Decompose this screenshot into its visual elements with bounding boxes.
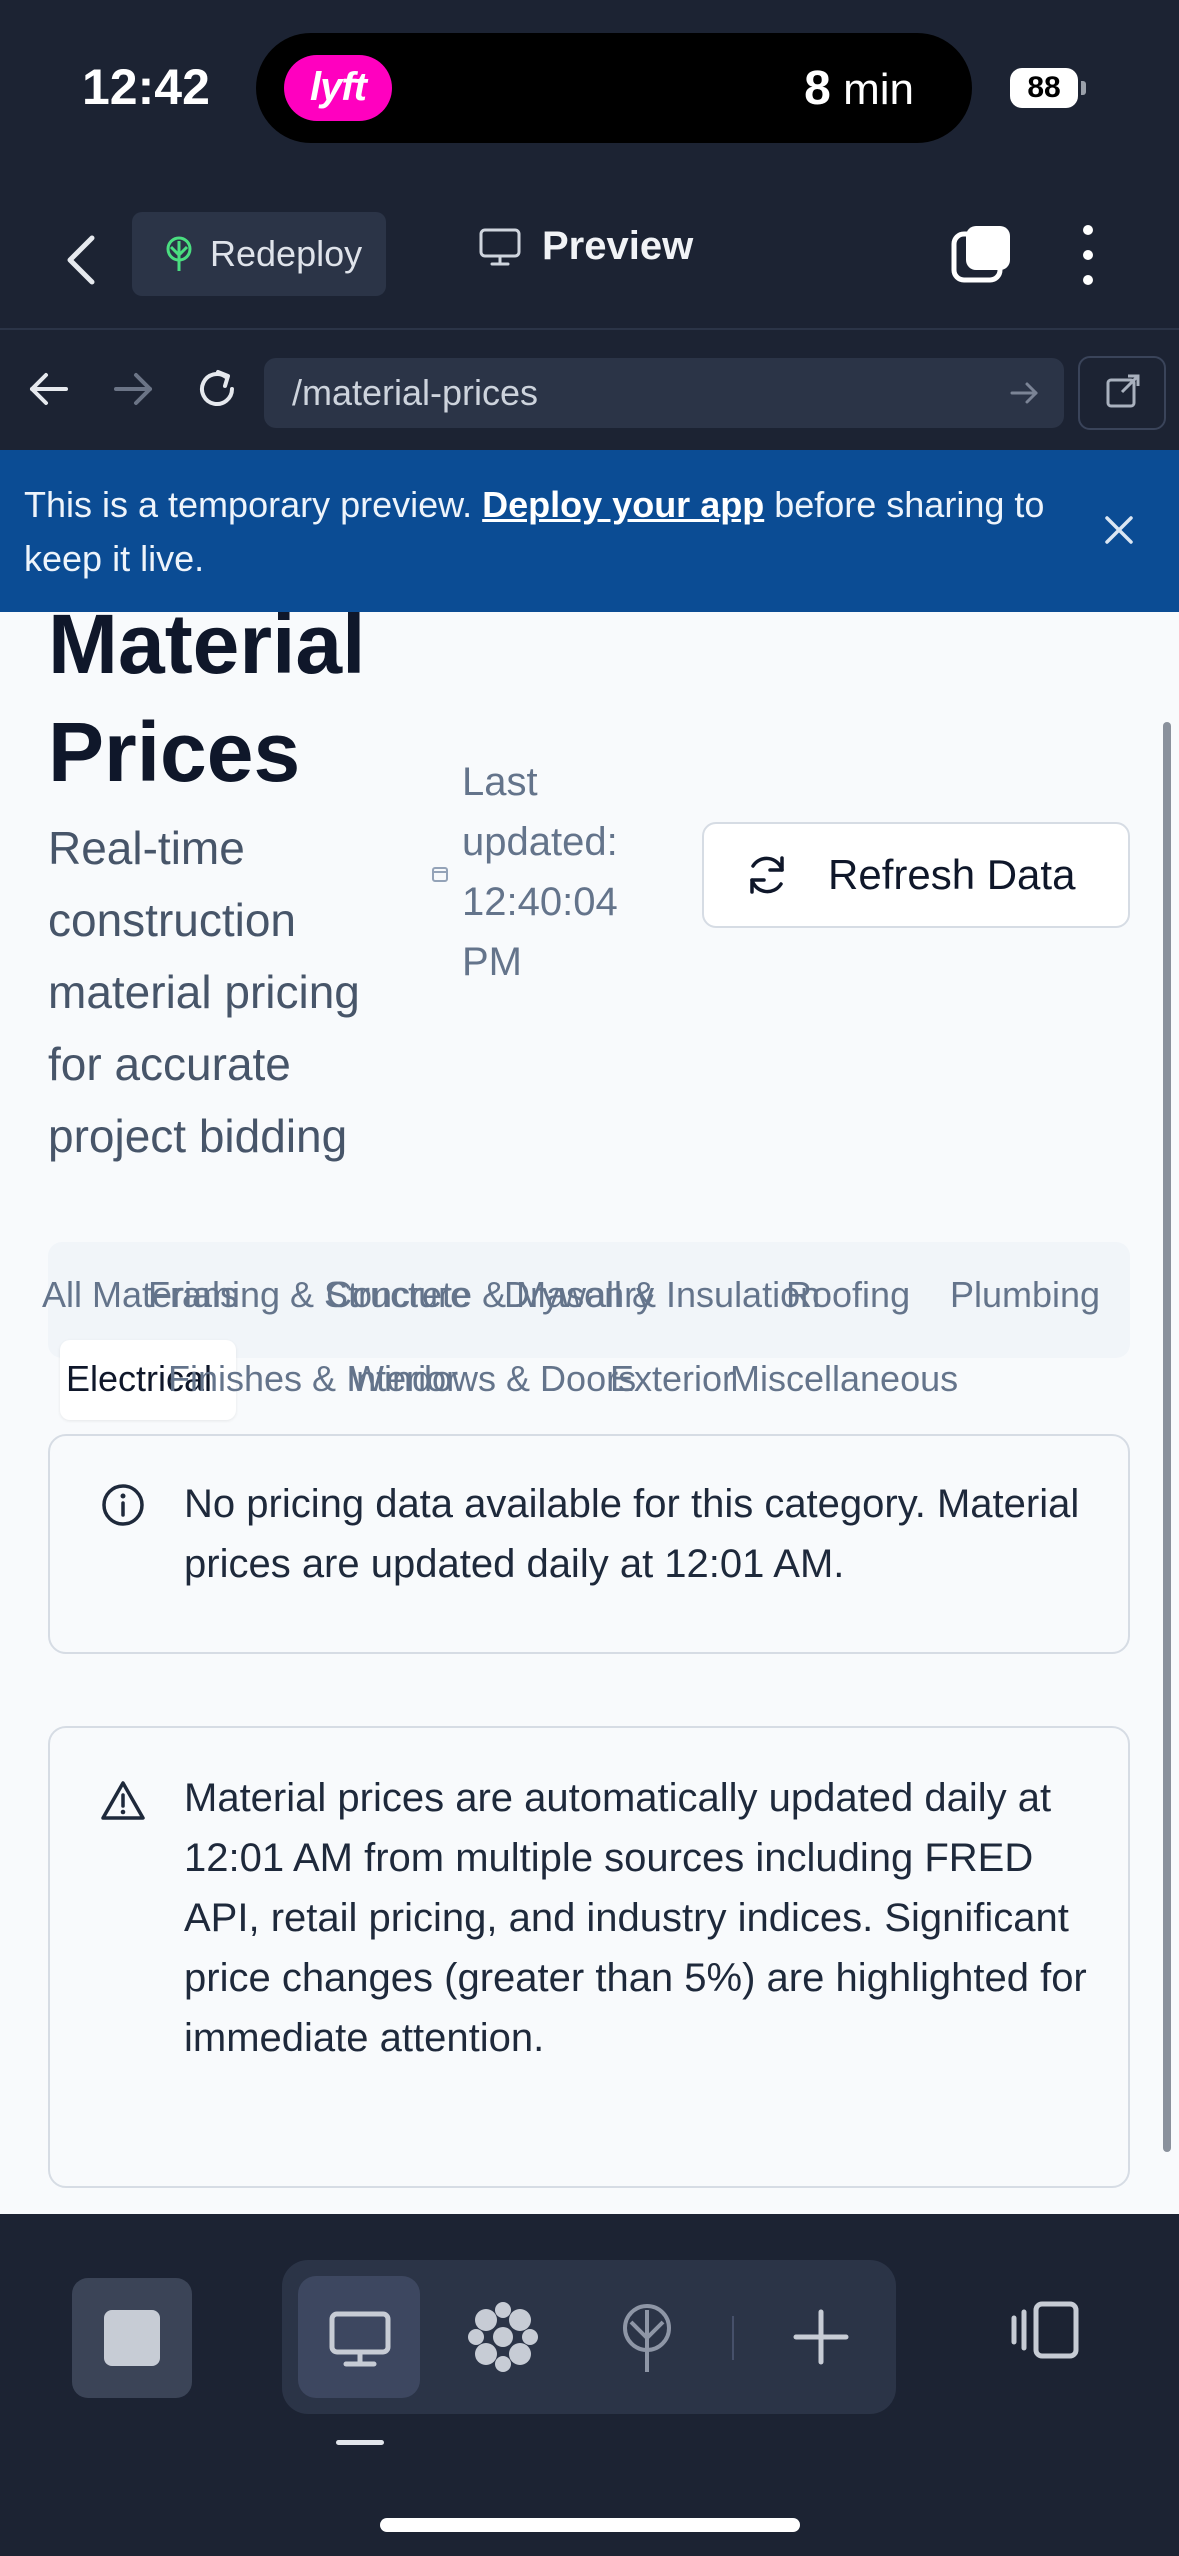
- tab-windows-doors[interactable]: Windows & Doors: [350, 1358, 636, 1400]
- banner-text-before: This is a temporary preview.: [24, 484, 483, 525]
- no-data-text: No pricing data available for this categ…: [184, 1482, 1080, 1586]
- redeploy-label: Redeploy: [210, 233, 363, 274]
- preview-label: Preview: [542, 224, 694, 268]
- update-notice-alert: Material prices are automatically update…: [48, 1726, 1130, 2188]
- lyft-logo: lyft: [284, 55, 392, 121]
- deploy-app-link[interactable]: Deploy your app: [482, 484, 764, 525]
- home-indicator: [380, 2518, 800, 2532]
- workspace-tool-button[interactable]: [442, 2276, 564, 2398]
- split-layout-icon[interactable]: [1010, 2298, 1082, 2362]
- info-icon: [102, 1484, 144, 1526]
- tabs-icon[interactable]: [950, 222, 1014, 286]
- page-title: Material Prices: [48, 612, 366, 799]
- last-updated-text: Last updated: 12:40:04 PM: [462, 760, 618, 984]
- dynamic-island[interactable]: lyft 8 min: [256, 33, 972, 143]
- browser-url-row: /material-prices: [0, 332, 1179, 450]
- plus-icon: [793, 2309, 849, 2365]
- tab-exterior[interactable]: Exterior: [610, 1358, 734, 1400]
- external-link-icon: [1106, 374, 1140, 408]
- chevron-left-icon[interactable]: [54, 230, 114, 290]
- tab-miscellaneous[interactable]: Miscellaneous: [730, 1358, 958, 1400]
- open-external-button[interactable]: [1078, 356, 1166, 430]
- bottom-toolbar: [0, 2214, 1179, 2556]
- eta-unit: min: [830, 65, 914, 114]
- deploy-tree-icon: [623, 2304, 671, 2372]
- no-data-alert: No pricing data available for this categ…: [48, 1434, 1130, 1654]
- preview-tool-button[interactable]: [298, 2276, 420, 2398]
- battery-indicator: 88: [1010, 68, 1086, 108]
- close-icon[interactable]: [1099, 510, 1139, 550]
- redeploy-button[interactable]: Redeploy: [132, 212, 386, 296]
- eta-value: 8: [804, 62, 831, 115]
- reload-icon[interactable]: [192, 364, 242, 414]
- more-vertical-icon[interactable]: [1070, 220, 1106, 290]
- web-page: Material Prices Real-time construction m…: [0, 612, 1179, 2214]
- calendar-icon: [432, 867, 448, 882]
- monitor-icon: [329, 2311, 391, 2367]
- status-time: 12:42: [82, 59, 210, 115]
- eta-label: 8 min: [804, 61, 914, 116]
- add-tool-button[interactable]: [760, 2276, 882, 2398]
- preview-banner: This is a temporary preview. Deploy your…: [0, 450, 1179, 612]
- app-header: Redeploy Preview: [0, 180, 1179, 330]
- active-tool-indicator: [336, 2440, 384, 2445]
- warning-triangle-icon: [101, 1781, 145, 1820]
- page-subtitle: Real-time construction material pricing …: [48, 822, 360, 1162]
- tab-roofing[interactable]: Roofing: [786, 1274, 910, 1316]
- deploy-tool-button[interactable]: [586, 2276, 708, 2398]
- refresh-label: Refresh Data: [828, 851, 1076, 898]
- scrollbar[interactable]: [1163, 722, 1171, 2152]
- deploy-tree-icon: [166, 236, 192, 271]
- arrow-right-icon[interactable]: [108, 364, 158, 414]
- url-input[interactable]: /material-prices: [264, 358, 1064, 428]
- url-text: /material-prices: [292, 372, 539, 413]
- monitor-icon: [479, 228, 521, 265]
- status-bar: 12:42 lyft 8 min 88: [0, 0, 1179, 180]
- go-arrow-icon[interactable]: [1008, 376, 1042, 410]
- toolbar-divider: [732, 2316, 734, 2360]
- tab-plumbing[interactable]: Plumbing: [950, 1274, 1100, 1316]
- stop-button[interactable]: [72, 2278, 192, 2398]
- preview-tab[interactable]: Preview: [478, 224, 693, 269]
- shapes-grid-icon: [468, 2302, 538, 2372]
- refresh-icon: [750, 856, 784, 894]
- refresh-data-button[interactable]: Refresh Data: [702, 822, 1130, 928]
- arrow-left-icon[interactable]: [24, 364, 74, 414]
- tool-group: [282, 2260, 896, 2414]
- tab-drywall-insulation[interactable]: Drywall & Insulation: [504, 1274, 820, 1316]
- update-notice-text: Material prices are automatically update…: [184, 1776, 1087, 2060]
